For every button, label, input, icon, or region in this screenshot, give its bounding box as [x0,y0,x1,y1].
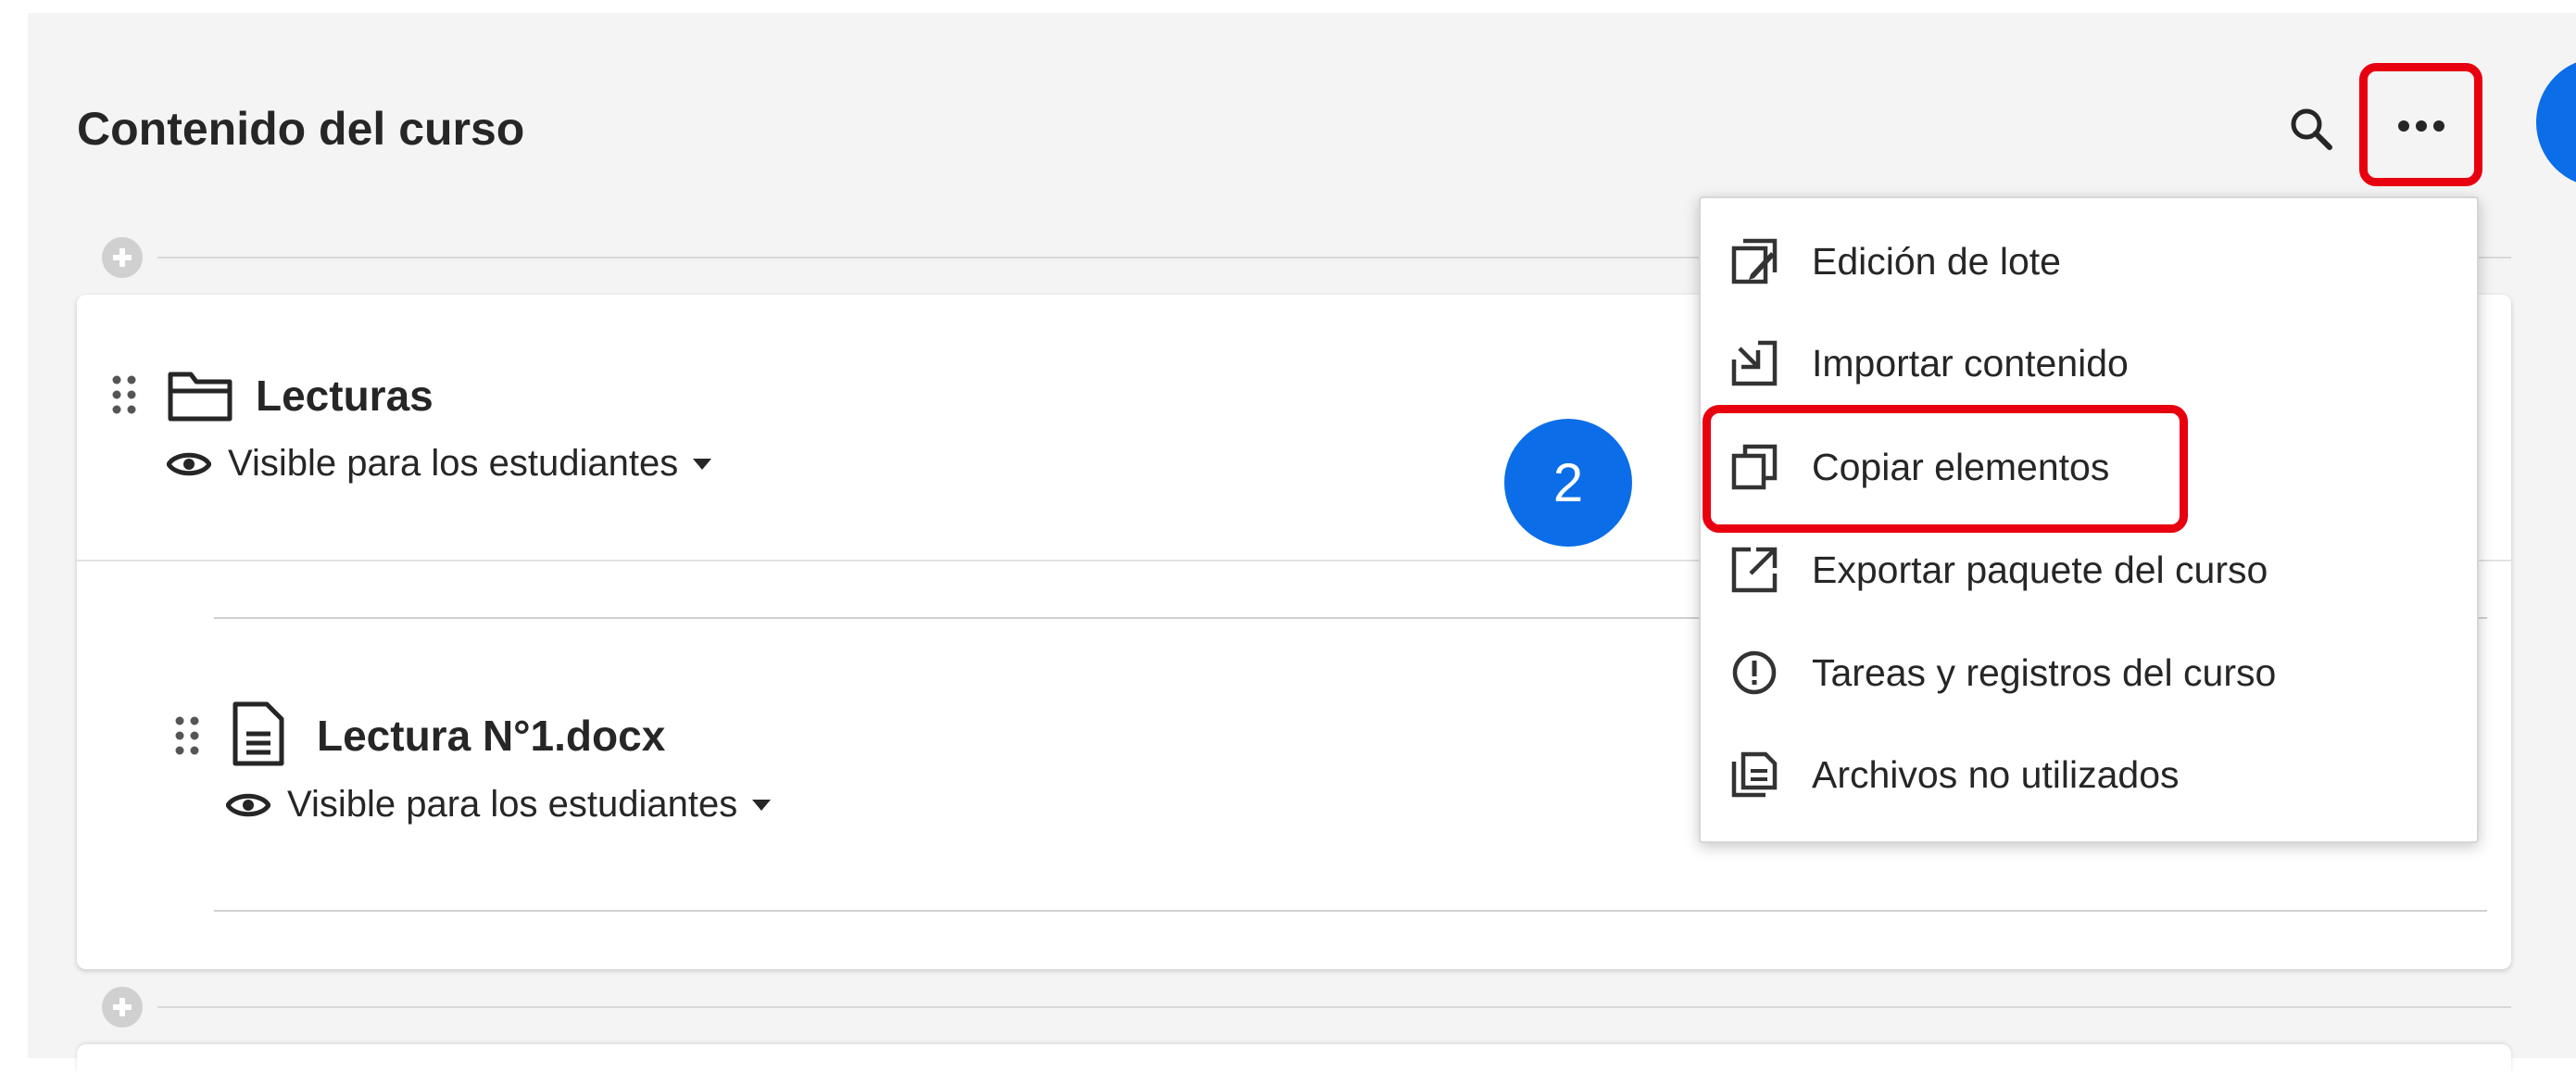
menu-item-course-tasks-logs[interactable]: Tareas y registros del curso [1701,626,2477,719]
alert-circle-icon [1730,649,1778,697]
page-title: Contenido del curso [77,103,525,155]
divider-line [157,1006,2511,1008]
import-icon [1730,339,1778,387]
item-divider [214,910,2487,912]
plus-icon [113,248,132,267]
add-content-button[interactable] [102,237,143,278]
drag-handle-icon[interactable] [111,374,137,415]
visibility-dropdown[interactable]: Visible para los estudiantes [167,443,712,485]
menu-item-export-package[interactable]: Exportar paquete del curso [1701,523,2477,616]
eye-icon [226,793,270,816]
search-button[interactable] [2284,102,2338,156]
next-card [77,1044,2511,1072]
menu-item-label: Exportar paquete del curso [1812,548,2268,591]
menu-item-label: Importar contenido [1812,341,2129,385]
menu-item-unused-files[interactable]: Archivos no utilizados [1701,728,2477,821]
folder-icon [168,372,232,422]
menu-item-label: Archivos no utilizados [1812,752,2180,796]
more-options-highlight [2359,63,2482,186]
eye-icon [167,452,211,475]
visibility-label: Visible para los estudiantes [287,784,738,825]
copy-items-highlight [1703,405,2188,533]
visibility-label: Visible para los estudiantes [228,443,679,484]
plus-icon [113,998,132,1016]
document-title[interactable]: Lectura N°1.docx [317,711,665,761]
document-icon [232,701,284,766]
search-icon [2291,108,2332,150]
menu-item-batch-edit[interactable]: Edición de lote [1701,215,2477,308]
visibility-dropdown[interactable]: Visible para los estudiantes [226,784,772,826]
add-content-divider[interactable] [102,987,2511,1028]
drag-handle-icon[interactable] [174,715,200,756]
batch-edit-icon [1730,237,1778,285]
menu-item-label: Tareas y registros del curso [1812,650,2277,694]
step-badge-2: 2 [1504,419,1632,547]
caret-down-icon [693,458,712,470]
menu-item-label: Edición de lote [1812,239,2061,283]
export-icon [1730,546,1778,594]
files-icon [1730,750,1778,799]
menu-item-import-content[interactable]: Importar contenido [1701,317,2477,410]
add-content-button[interactable] [102,987,143,1028]
folder-title[interactable]: Lecturas [256,371,434,421]
caret-down-icon [752,799,772,811]
